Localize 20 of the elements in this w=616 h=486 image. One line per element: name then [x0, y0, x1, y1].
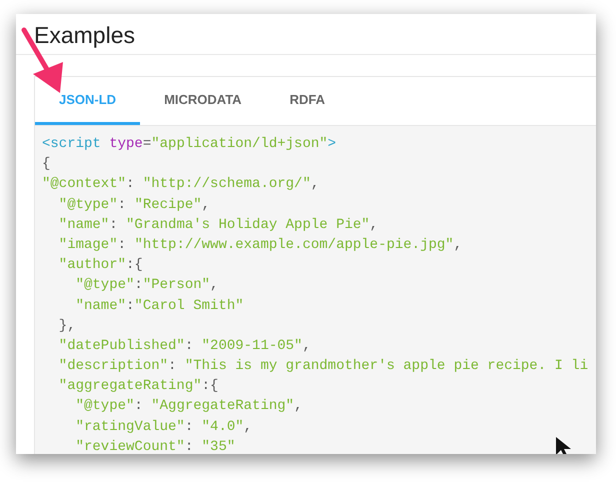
- code-line: "datePublished": "2009-11-05",: [58, 336, 311, 356]
- code-line: "aggregateRating":{: [58, 377, 218, 396]
- code-line: "image": "http://www.example.com/apple-pie.jpg",: [58, 236, 462, 255]
- mouse-pointer-icon: [556, 437, 571, 454]
- code-line: "@type": "AggregateRating",: [74, 397, 302, 416]
- code-line: "@type":"Person",: [74, 276, 218, 296]
- section-title: Examples: [33, 21, 136, 50]
- tab[interactable]: RDFA: [266, 77, 349, 125]
- code-line: },: [58, 316, 76, 336]
- code-line: "@context": "http://schema.org/",: [42, 175, 320, 194]
- code-line: "ratingValue": "4.0",: [74, 418, 252, 437]
- code-line: "reviewCount": "35": [74, 438, 236, 454]
- code-line: "name": "Grandma's Holiday Apple Pie",: [58, 216, 378, 235]
- code-line: {: [42, 155, 50, 174]
- code-line: <script type="application/ld+json">: [42, 135, 336, 154]
- code-line: "author":{: [58, 256, 143, 276]
- code-line: "name":"Carol Smith": [74, 296, 244, 316]
- tab[interactable]: MICRODATA: [140, 77, 266, 125]
- code-line: "description": "This is my grandmother's apple pie recipe. I li: [58, 357, 588, 376]
- code-line: "@type": "Recipe",: [58, 196, 210, 215]
